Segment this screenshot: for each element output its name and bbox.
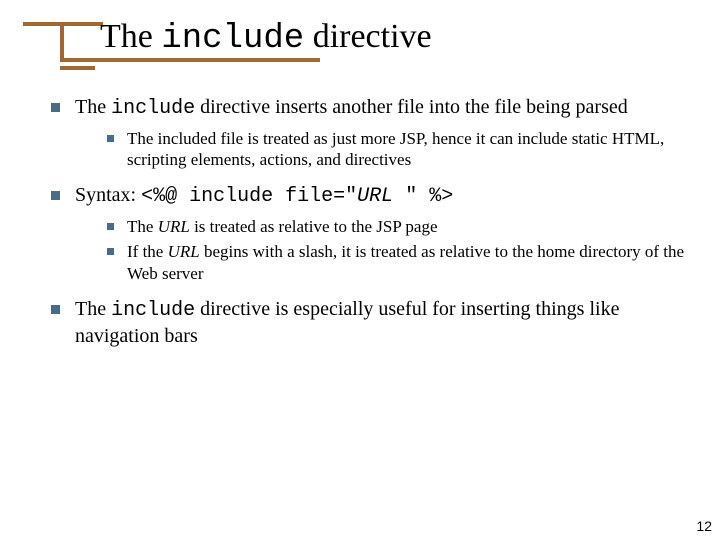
bullet-text: The: [75, 96, 111, 118]
bullet-item: Syntax: <%@ include file="URL " %> The U…: [45, 183, 700, 285]
bullet-text: Syntax:: [75, 184, 141, 206]
code-text: <%@ include file=": [141, 185, 357, 208]
decor-line: [60, 58, 320, 62]
code-url-text: URL: [357, 185, 393, 208]
emphasis-text: URL: [158, 217, 190, 236]
bullet-item: The include directive is especially usef…: [45, 297, 700, 349]
bullet-text: The included file is treated as just mor…: [127, 129, 664, 170]
bullet-item: The include directive inserts another fi…: [45, 95, 700, 171]
code-text: include: [111, 299, 195, 322]
page-number: 12: [696, 518, 712, 534]
bullet-text: The: [127, 217, 158, 236]
bullet-text: If the: [127, 242, 168, 261]
title-text-post: directive: [304, 18, 431, 55]
title-text-pre: The: [100, 18, 161, 55]
slide-title: The include directive: [100, 18, 432, 58]
decor-line: [60, 66, 95, 70]
code-text: " %>: [393, 185, 453, 208]
bullet-text: directive inserts another file into the …: [195, 96, 628, 118]
emphasis-text: URL: [168, 242, 200, 261]
slide-body: The include directive inserts another fi…: [45, 95, 700, 361]
bullet-text: begins with a slash, it is treated as re…: [127, 242, 684, 283]
bullet-text: is treated as relative to the JSP page: [190, 217, 438, 236]
code-text: include: [111, 97, 195, 120]
sub-bullet-item: The included file is treated as just mor…: [103, 128, 700, 172]
sub-bullet-item: If the URL begins with a slash, it is tr…: [103, 241, 700, 285]
decor-line: [60, 22, 64, 62]
sub-bullet-item: The URL is treated as relative to the JS…: [103, 216, 700, 238]
slide: The include directive The include direct…: [0, 0, 720, 540]
title-code: include: [161, 20, 304, 58]
bullet-text: The: [75, 298, 111, 320]
